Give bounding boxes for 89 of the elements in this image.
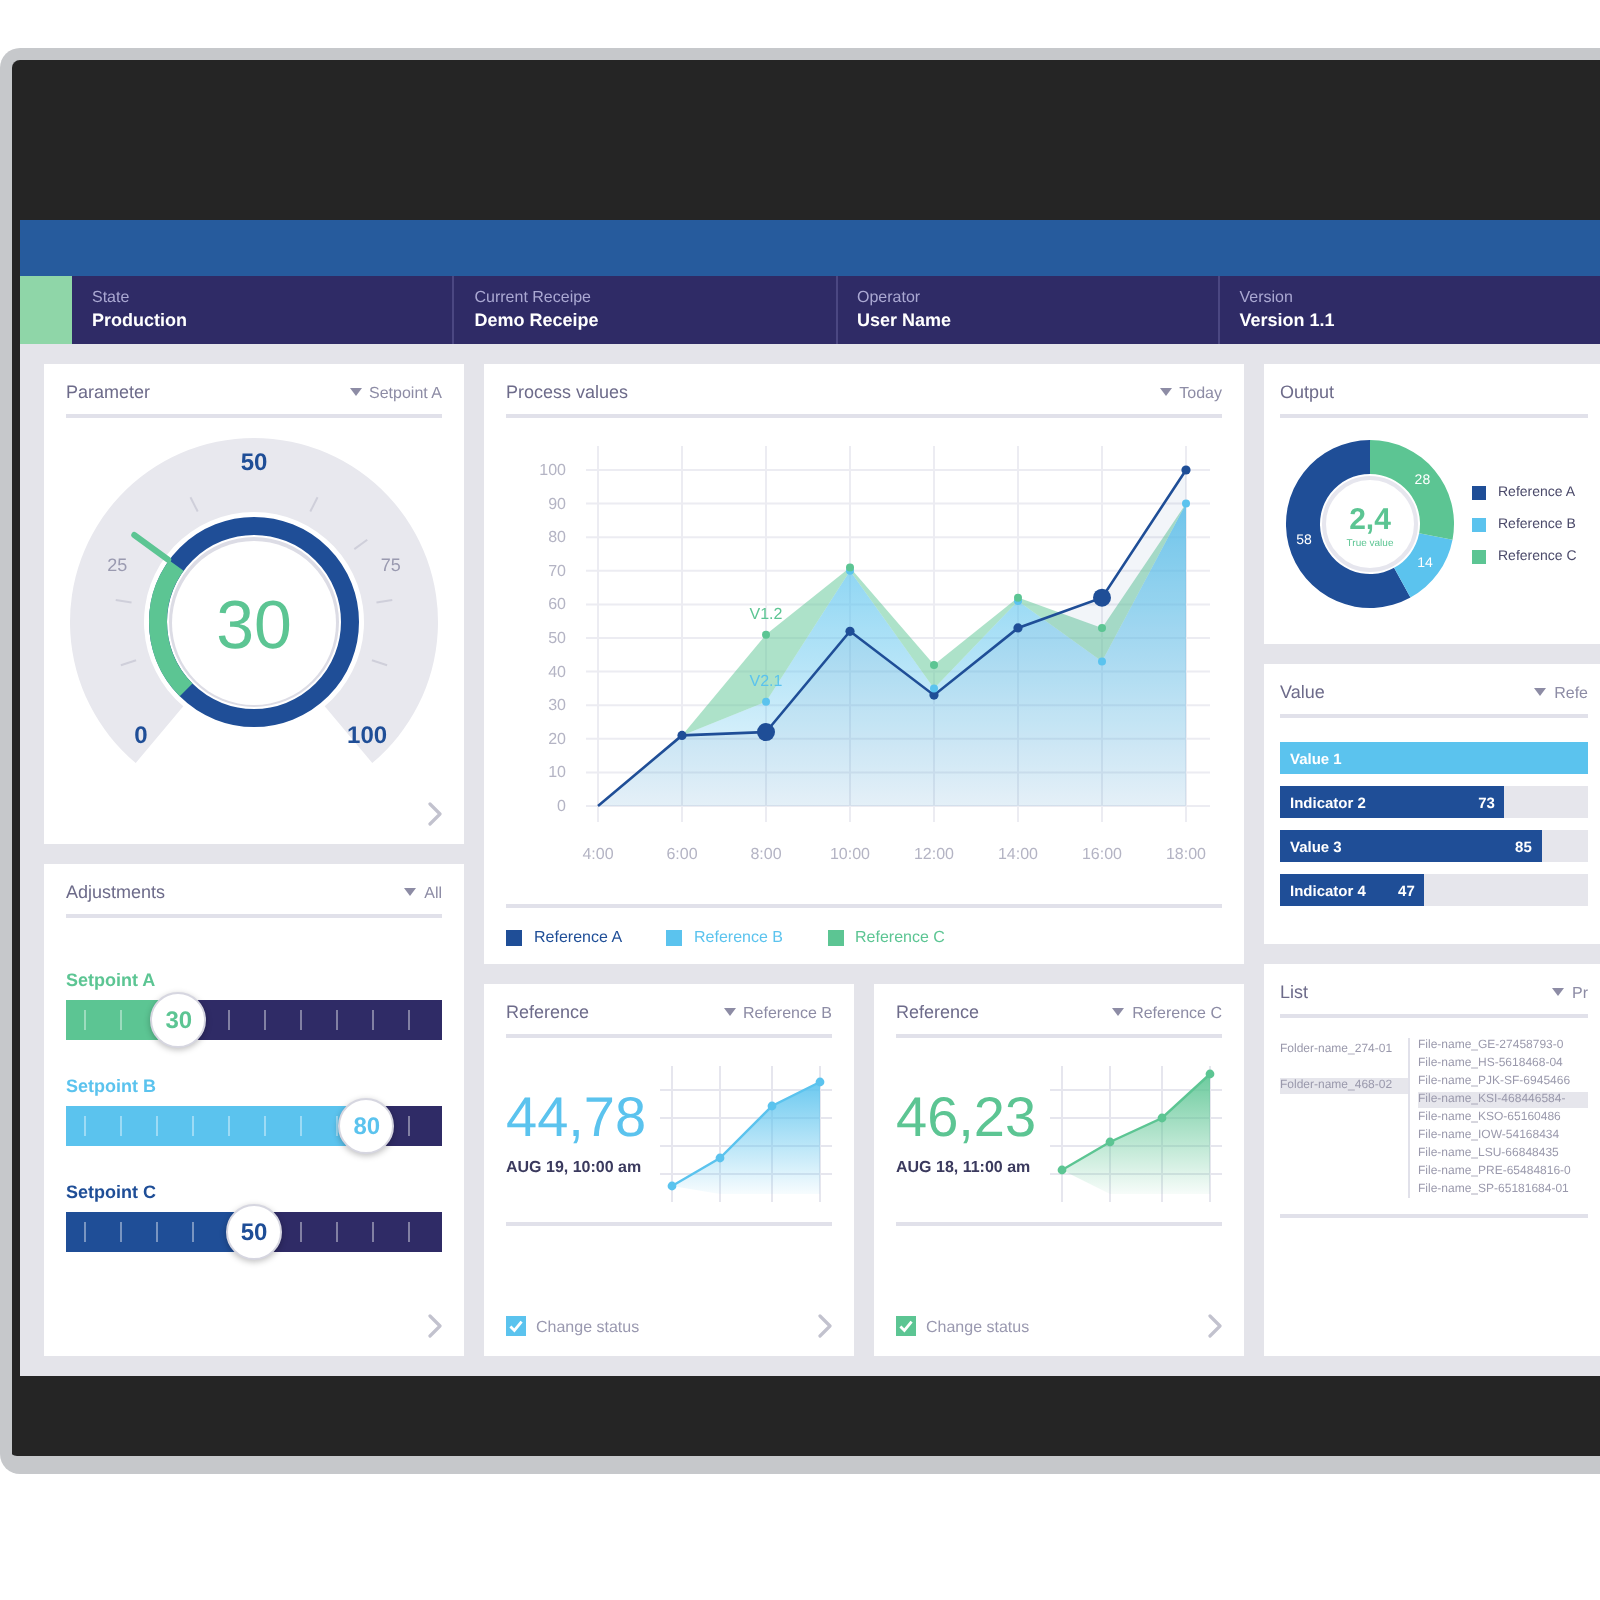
- header-value: Version 1.1: [1239, 310, 1335, 330]
- caret-icon: [1552, 988, 1564, 996]
- axis-tick-label: 20: [548, 729, 566, 748]
- dropdown-button[interactable]: Reference C: [1112, 1003, 1222, 1021]
- card-title: Process values: [506, 382, 629, 402]
- card-title: Reference: [896, 1002, 980, 1022]
- gauge-scale-label: 100: [347, 721, 388, 750]
- card-title: Value: [1280, 682, 1325, 702]
- header-value: Production: [92, 310, 187, 330]
- donut-center-disc: [1322, 476, 1418, 572]
- data-point: [1182, 499, 1190, 508]
- caret-icon: [349, 388, 362, 396]
- reading-value: 46,23: [896, 1089, 1037, 1145]
- axis-tick-label: 80: [548, 528, 566, 547]
- axis-tick-label: 0: [557, 797, 566, 815]
- axis-tick-label: 100: [539, 461, 566, 479]
- header-label: Version: [1239, 288, 1293, 306]
- header-value: User Name: [857, 310, 952, 330]
- data-point: [930, 660, 938, 669]
- header-label: Current Receipe: [474, 288, 591, 306]
- axis-tick-label: 30: [548, 696, 566, 715]
- reading-date: AUG 18, 11:00 am: [896, 1157, 1031, 1175]
- axis-tick-label: 6:00: [666, 845, 698, 863]
- chevron-right-icon[interactable]: [1208, 1314, 1222, 1338]
- axis-tick-label: 14:00: [997, 845, 1039, 863]
- change-status-checkbox[interactable]: Change status: [506, 1316, 640, 1336]
- reading-value: 44,78: [506, 1089, 647, 1145]
- card-title: Output: [1280, 382, 1335, 402]
- data-point: [1013, 623, 1023, 633]
- data-point: [1098, 657, 1106, 666]
- chevron-right-icon[interactable]: [818, 1314, 832, 1338]
- axis-tick-label: 18:00: [1165, 845, 1207, 863]
- gauge-scale-label: 0: [134, 721, 148, 750]
- data-point: [1098, 623, 1106, 632]
- data-point: [677, 730, 687, 741]
- slider-label: Setpoint C: [66, 1182, 156, 1202]
- legend-label: Reference C: [855, 928, 945, 946]
- axis-tick-label: 50: [548, 629, 566, 647]
- chevron-right-icon[interactable]: [428, 1314, 442, 1338]
- card-title: Adjustments: [66, 882, 166, 902]
- gauge-scale-label: 50: [240, 448, 268, 476]
- donut-center-value: 2,4: [1349, 503, 1391, 537]
- header-label: Operator: [857, 288, 921, 306]
- dropdown-button[interactable]: Today: [1159, 383, 1222, 401]
- axis-tick-label: 8:00: [750, 845, 782, 863]
- header-label: State: [92, 288, 130, 306]
- axis-tick-label: 90: [548, 494, 566, 513]
- data-point: [1181, 465, 1191, 475]
- axis-tick-label: 70: [548, 561, 566, 580]
- header-value: Demo Receipe: [474, 310, 599, 330]
- reading-date: AUG 19, 10:00 am: [506, 1157, 642, 1175]
- chevron-right-icon[interactable]: [428, 802, 442, 826]
- dropdown-button[interactable]: Refe: [1534, 683, 1588, 701]
- legend-label: Reference A: [534, 928, 623, 946]
- card-title: List: [1280, 982, 1309, 1002]
- point-label: V2.1: [749, 671, 783, 690]
- axis-tick-label: 10: [548, 763, 566, 782]
- axis-tick-label: 10:00: [829, 845, 871, 863]
- slider-label: Setpoint A: [66, 970, 156, 990]
- state-indicator-icon: [20, 276, 72, 344]
- axis-tick-label: 40: [548, 662, 566, 681]
- change-status-checkbox[interactable]: Change status: [896, 1316, 1030, 1336]
- caret-icon: [1112, 1008, 1125, 1016]
- card-title: Reference: [506, 1002, 590, 1022]
- data-point: [762, 697, 770, 706]
- caret-icon: [1159, 388, 1172, 396]
- card-title: Parameter: [66, 382, 151, 402]
- axis-tick-label: 12:00: [913, 845, 955, 863]
- data-point: [845, 626, 855, 636]
- caret-icon: [723, 1008, 736, 1016]
- slider-handle[interactable]: 80: [338, 1098, 395, 1154]
- slider-label: Setpoint B: [66, 1076, 156, 1096]
- axis-tick-label: 4:00: [582, 845, 614, 863]
- caret-icon: [1534, 688, 1547, 696]
- data-point: [762, 630, 770, 639]
- axis-tick-label: 60: [548, 595, 566, 614]
- dropdown-button[interactable]: Reference B: [723, 1003, 832, 1021]
- gauge-value: 30: [216, 588, 292, 664]
- slider-handle[interactable]: 50: [226, 1204, 282, 1260]
- legend-label: Reference B: [694, 928, 783, 946]
- dropdown-button[interactable]: Setpoint A: [349, 383, 442, 401]
- dropdown-button[interactable]: All: [404, 883, 442, 901]
- gauge-scale-label: 75: [380, 555, 401, 576]
- slider-handle[interactable]: 30: [150, 992, 207, 1048]
- caret-icon: [404, 888, 417, 896]
- axis-tick-label: 16:00: [1081, 845, 1123, 863]
- point-label: V1.2: [749, 604, 783, 623]
- dropdown-button[interactable]: Pr: [1552, 983, 1588, 1001]
- gauge-scale-label: 25: [107, 555, 128, 576]
